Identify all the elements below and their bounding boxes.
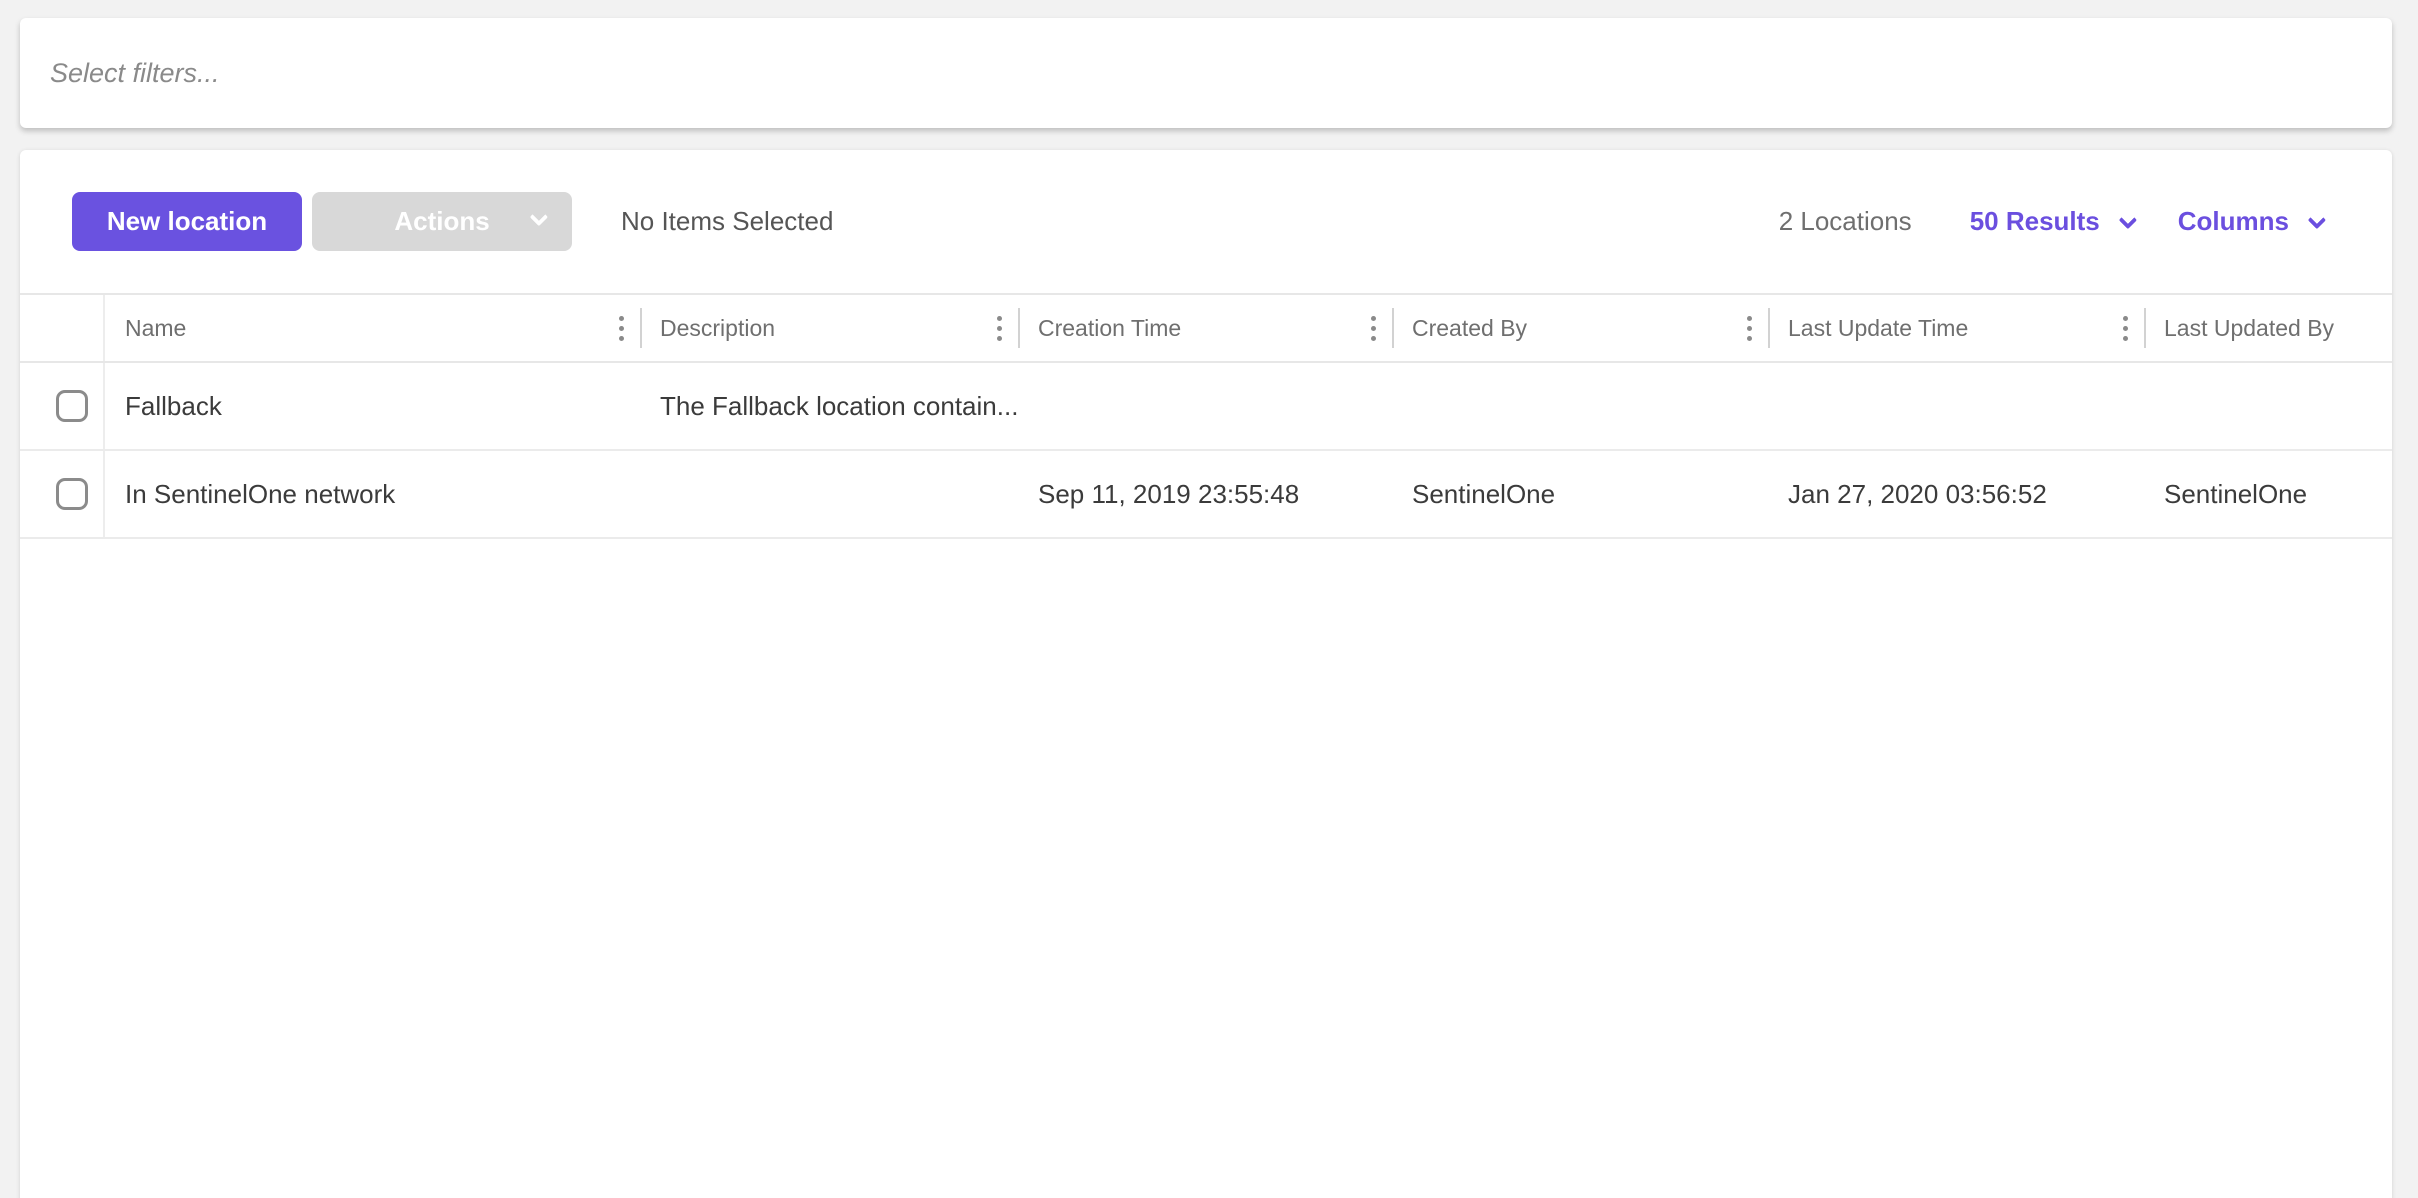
cell-last-updated-by: SentinelOne	[2144, 451, 2392, 537]
column-header-description[interactable]: Description	[640, 295, 1018, 361]
column-header-label: Creation Time	[1038, 315, 1181, 342]
column-menu-icon[interactable]	[993, 312, 1006, 345]
chevron-down-icon	[530, 208, 548, 226]
cell-last-update-time	[1768, 363, 2144, 449]
column-menu-icon[interactable]	[1367, 312, 1380, 345]
chevron-down-icon	[2118, 211, 2136, 229]
selection-status: No Items Selected	[621, 206, 833, 237]
cell-description: The Fallback location contain...	[640, 363, 1018, 449]
column-header-name[interactable]: Name	[105, 295, 640, 361]
locations-count: 2 Locations	[1779, 206, 1912, 237]
cell-description	[640, 451, 1018, 537]
table-header-row: Name Description Creation Time Created B…	[20, 293, 2392, 363]
select-all-header-cell	[20, 295, 105, 361]
actions-button[interactable]: Actions	[312, 192, 572, 251]
cell-last-update-time: Jan 27, 2020 03:56:52	[1768, 451, 2144, 537]
column-header-label: Last Update Time	[1788, 315, 1968, 342]
locations-panel: New location Actions No Items Selected 2…	[20, 150, 2392, 1198]
column-menu-icon[interactable]	[615, 312, 628, 345]
new-location-button[interactable]: New location	[72, 192, 302, 251]
cell-name: Fallback	[105, 363, 640, 449]
actions-button-label: Actions	[394, 206, 489, 237]
filter-input[interactable]	[20, 18, 2392, 128]
column-menu-icon[interactable]	[1743, 312, 1756, 345]
column-header-label: Last Updated By	[2164, 315, 2334, 342]
row-checkbox[interactable]	[56, 478, 88, 510]
columns-dropdown-label: Columns	[2178, 206, 2289, 237]
column-header-last-updated-by[interactable]: Last Updated By	[2144, 295, 2392, 361]
table-row[interactable]: Fallback The Fallback location contain..…	[20, 363, 2392, 451]
row-checkbox-cell	[20, 451, 105, 537]
column-header-last-update-time[interactable]: Last Update Time	[1768, 295, 2144, 361]
cell-created-by	[1392, 363, 1768, 449]
cell-last-updated-by	[2144, 363, 2392, 449]
page: New location Actions No Items Selected 2…	[0, 0, 2418, 1198]
results-dropdown[interactable]: 50 Results	[1970, 206, 2133, 237]
column-menu-icon[interactable]	[2119, 312, 2132, 345]
row-checkbox[interactable]	[56, 390, 88, 422]
columns-dropdown[interactable]: Columns	[2178, 206, 2322, 237]
table-row[interactable]: In SentinelOne network Sep 11, 2019 23:5…	[20, 451, 2392, 539]
filter-bar[interactable]	[20, 18, 2392, 128]
row-checkbox-cell	[20, 363, 105, 449]
column-header-label: Created By	[1412, 315, 1527, 342]
column-header-created-by[interactable]: Created By	[1392, 295, 1768, 361]
cell-creation-time: Sep 11, 2019 23:55:48	[1018, 451, 1392, 537]
toolbar: New location Actions No Items Selected 2…	[20, 150, 2392, 293]
results-dropdown-label: 50 Results	[1970, 206, 2100, 237]
cell-name: In SentinelOne network	[105, 451, 640, 537]
cell-created-by: SentinelOne	[1392, 451, 1768, 537]
cell-creation-time	[1018, 363, 1392, 449]
column-header-creation-time[interactable]: Creation Time	[1018, 295, 1392, 361]
column-header-label: Name	[125, 315, 186, 342]
chevron-down-icon	[2308, 211, 2326, 229]
column-header-label: Description	[660, 315, 775, 342]
